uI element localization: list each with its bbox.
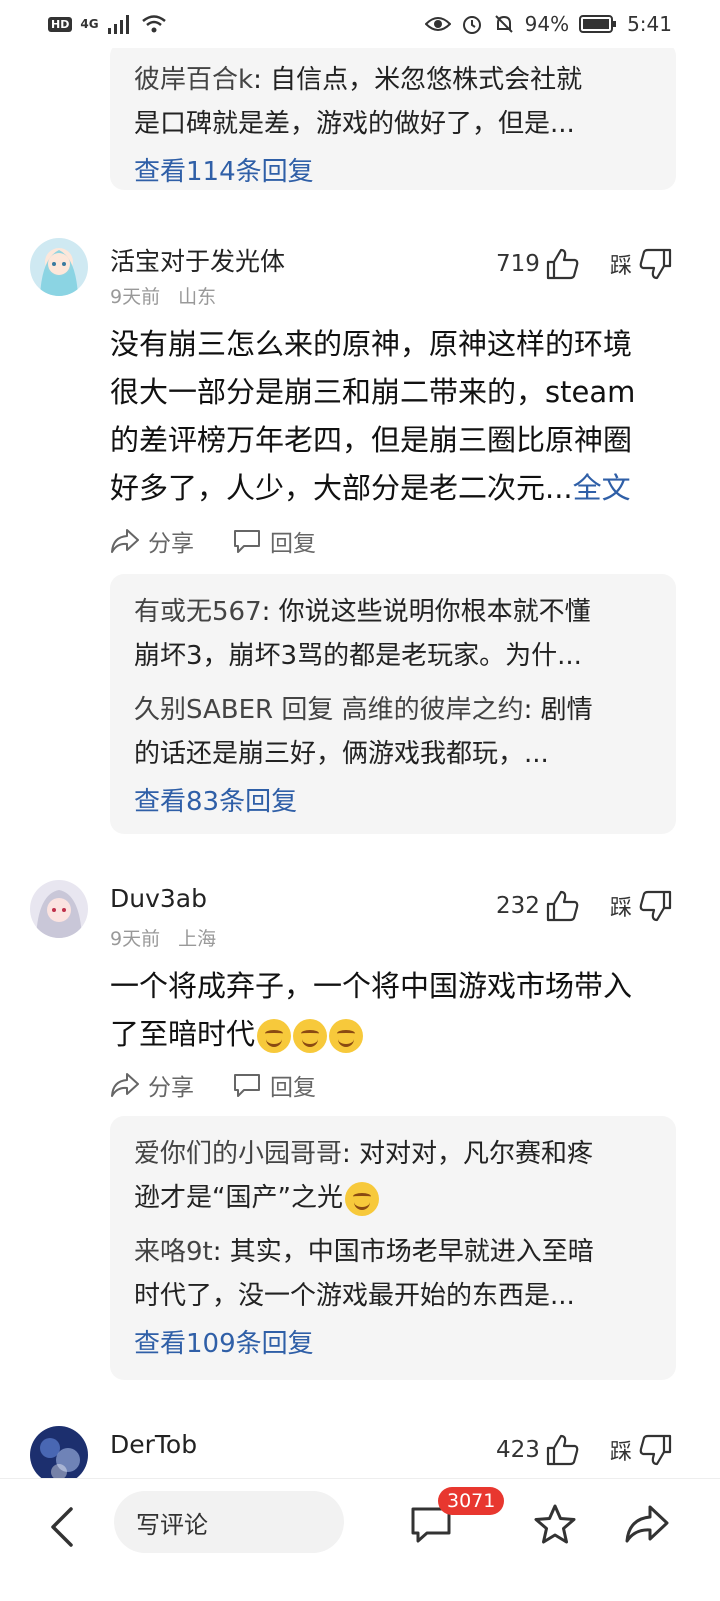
avatar[interactable]: [30, 1426, 88, 1478]
reply-author[interactable]: 来咯9t: [134, 1237, 213, 1267]
view-more-replies-link[interactable]: 查看109条回复: [134, 1322, 652, 1366]
comment-username[interactable]: DerTob: [110, 1430, 197, 1459]
reply-line: 爱你们的小园哥哥: 对对对，凡尔赛和疼: [134, 1139, 594, 1169]
reply-line: 有或无567: 你说这些说明你根本就不懂: [134, 597, 591, 627]
comment-item: DerTob 423 踩: [0, 1426, 720, 1478]
clock: 5:41: [627, 12, 672, 36]
hd-icon: HD: [48, 16, 73, 32]
share-icon: [111, 1073, 139, 1097]
comment-actions: 分享 回复: [110, 1068, 316, 1102]
thumbs-up-icon: [546, 248, 579, 280]
reply-preview-box[interactable]: 彼岸百合k: 自信点，米忽悠株式会社就 是口碑就是差，游戏的做好了，但是... …: [110, 48, 676, 190]
comment-count-badge: 3071: [438, 1487, 505, 1515]
laughing-emoji-icon: [329, 1019, 364, 1053]
comment-item: Duv3ab 9天前 上海 232 踩 一个将成弃子，一个将中国游戏市场带入 了至…: [0, 880, 720, 1380]
comment-item: 活宝对于发光体 9天前 山东 719 踩 没有崩三怎么来的原神，原神这样的环境 很…: [0, 238, 720, 838]
comment-text[interactable]: 一个将成弃子，一个将中国游戏市场带入 了至暗时代: [110, 962, 680, 1058]
thumbs-down-icon: [639, 1434, 672, 1466]
signal-icon: [107, 15, 129, 34]
network-label: 4G: [80, 17, 99, 31]
laughing-emoji-icon: [293, 1019, 328, 1053]
comment-actions: 分享 回复: [110, 524, 316, 558]
thumbs-down-icon: [639, 890, 672, 922]
thumbs-up-icon: [546, 890, 579, 922]
like-button[interactable]: 423: [496, 1434, 580, 1466]
battery-icon: [579, 15, 617, 33]
reply-preview-box[interactable]: 爱你们的小园哥哥: 对对对，凡尔赛和疼 逊才是“国产”之光 来咯9t: 其实，中…: [110, 1116, 676, 1380]
reply-line: 是口碑就是差，游戏的做好了，但是...: [134, 109, 575, 139]
reply-author[interactable]: 爱你们的小园哥哥: [134, 1139, 342, 1169]
dislike-button[interactable]: 踩: [610, 248, 672, 280]
comment-meta: 9天前 上海: [110, 928, 217, 950]
share-icon: [625, 1505, 669, 1543]
reply-button[interactable]: 回复: [232, 1068, 316, 1102]
reply-author[interactable]: 久别SABER 回复 高维的彼岸之约: [134, 695, 524, 725]
reply-button[interactable]: 回复: [232, 524, 316, 558]
comment-meta: 9天前 山东: [110, 286, 217, 308]
comment-icon: [234, 1074, 260, 1097]
reply-line: 久别SABER 回复 高维的彼岸之约: 剧情: [134, 695, 593, 725]
eye-icon: [424, 17, 451, 31]
status-bar: HD 4G 94% 5:41: [0, 0, 720, 48]
share-button[interactable]: 分享: [110, 1068, 194, 1102]
dislike-button[interactable]: 踩: [610, 1434, 672, 1466]
favorite-button[interactable]: [530, 1499, 580, 1549]
star-icon: [534, 1504, 576, 1544]
share-button[interactable]: [622, 1499, 672, 1549]
mute-bell-icon: [494, 15, 513, 33]
share-button[interactable]: 分享: [110, 524, 194, 558]
avatar[interactable]: [30, 238, 88, 296]
chevron-left-icon: [51, 1507, 73, 1547]
bottom-toolbar: 写评论 3071: [0, 1478, 720, 1601]
reply-author[interactable]: 有或无567: [134, 597, 262, 627]
full-text-link[interactable]: 全文: [573, 471, 631, 505]
thumbs-down-icon: [639, 248, 672, 280]
reply-preview-box[interactable]: 有或无567: 你说这些说明你根本就不懂 崩坏3，崩坏3骂的都是老玩家。为什..…: [110, 574, 676, 834]
alarm-icon: [462, 16, 481, 34]
reply-line: 彼岸百合k: 自信点，米忽悠株式会社就: [134, 65, 583, 95]
battery-percent: 94%: [524, 12, 570, 36]
comment-text[interactable]: 没有崩三怎么来的原神，原神这样的环境 很大一部分是崩三和崩二带来的，steam …: [110, 320, 680, 512]
avatar[interactable]: [30, 880, 88, 938]
comment-username[interactable]: 活宝对于发光体: [110, 242, 285, 278]
like-button[interactable]: 232: [496, 890, 580, 922]
view-more-replies-link[interactable]: 查看114条回复: [134, 150, 652, 194]
dislike-button[interactable]: 踩: [610, 890, 672, 922]
like-button[interactable]: 719: [496, 248, 580, 280]
comments-list[interactable]: 彼岸百合k: 自信点，米忽悠株式会社就 是口碑就是差，游戏的做好了，但是... …: [0, 48, 720, 1478]
reply-line: 来咯9t: 其实，中国市场老早就进入至暗: [134, 1237, 594, 1267]
comment-username[interactable]: Duv3ab: [110, 884, 207, 913]
wifi-icon: [141, 15, 166, 33]
share-icon: [111, 529, 139, 553]
view-more-replies-link[interactable]: 查看83条回复: [134, 780, 652, 824]
sweat-smile-emoji-icon: [344, 1181, 379, 1216]
laughing-emoji-icon: [257, 1019, 292, 1053]
comment-icon: [234, 530, 260, 553]
write-comment-input[interactable]: 写评论: [114, 1491, 344, 1553]
reply-author[interactable]: 彼岸百合k: [134, 65, 253, 95]
back-button[interactable]: [38, 1503, 86, 1551]
thumbs-up-icon: [546, 1434, 579, 1466]
